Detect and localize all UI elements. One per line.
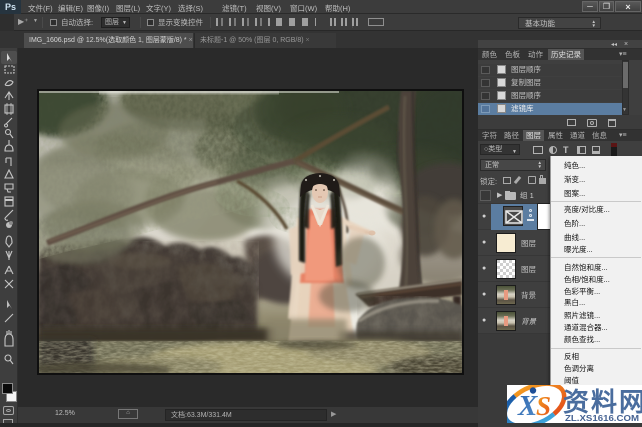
svg-text:X: X	[517, 390, 538, 422]
svg-text:ZL.XS1616.COM: ZL.XS1616.COM	[565, 413, 639, 423]
svg-text:S: S	[536, 391, 551, 421]
